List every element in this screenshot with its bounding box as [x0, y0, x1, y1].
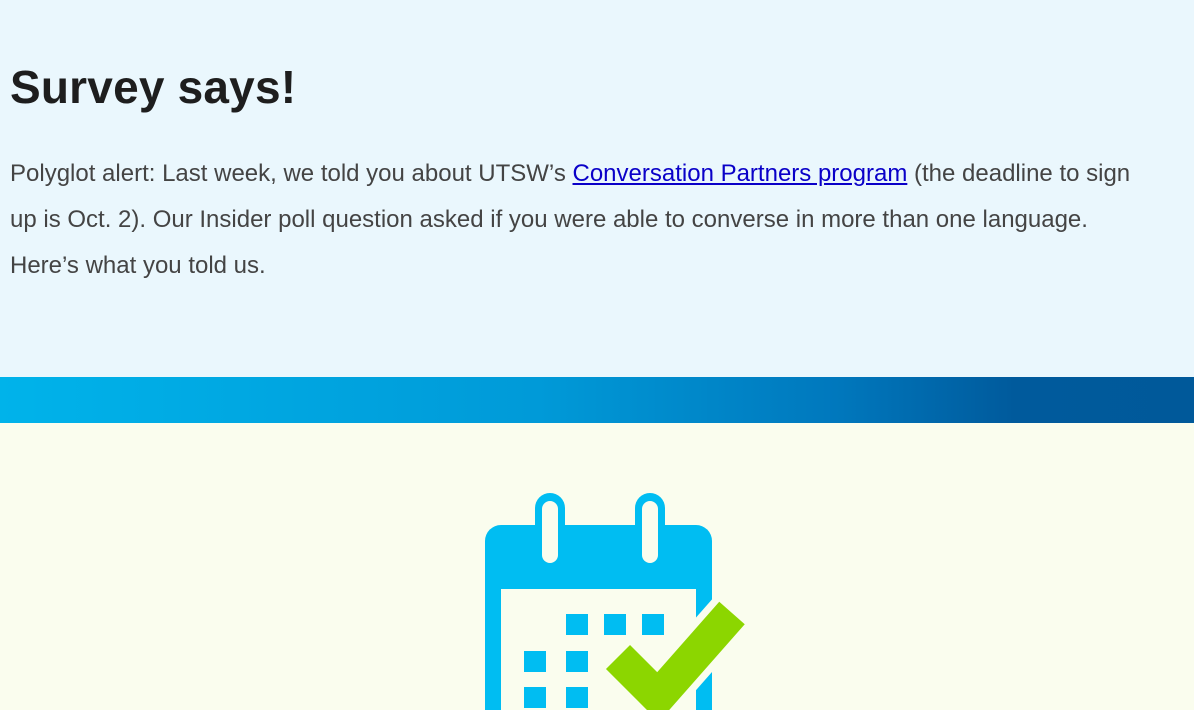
calendar-check-icon: [485, 493, 751, 710]
survey-paragraph: Polyglot alert: Last week, we told you a…: [10, 151, 1160, 289]
survey-title: Survey says!: [10, 61, 297, 113]
icon-section: [0, 423, 1194, 710]
conversation-partners-link[interactable]: Conversation Partners program: [573, 160, 908, 187]
gradient-divider: [0, 377, 1194, 423]
survey-section: Survey says! Polyglot alert: Last week, …: [0, 0, 1194, 377]
survey-text-intro: Polyglot alert: Last week, we told you a…: [10, 160, 573, 187]
